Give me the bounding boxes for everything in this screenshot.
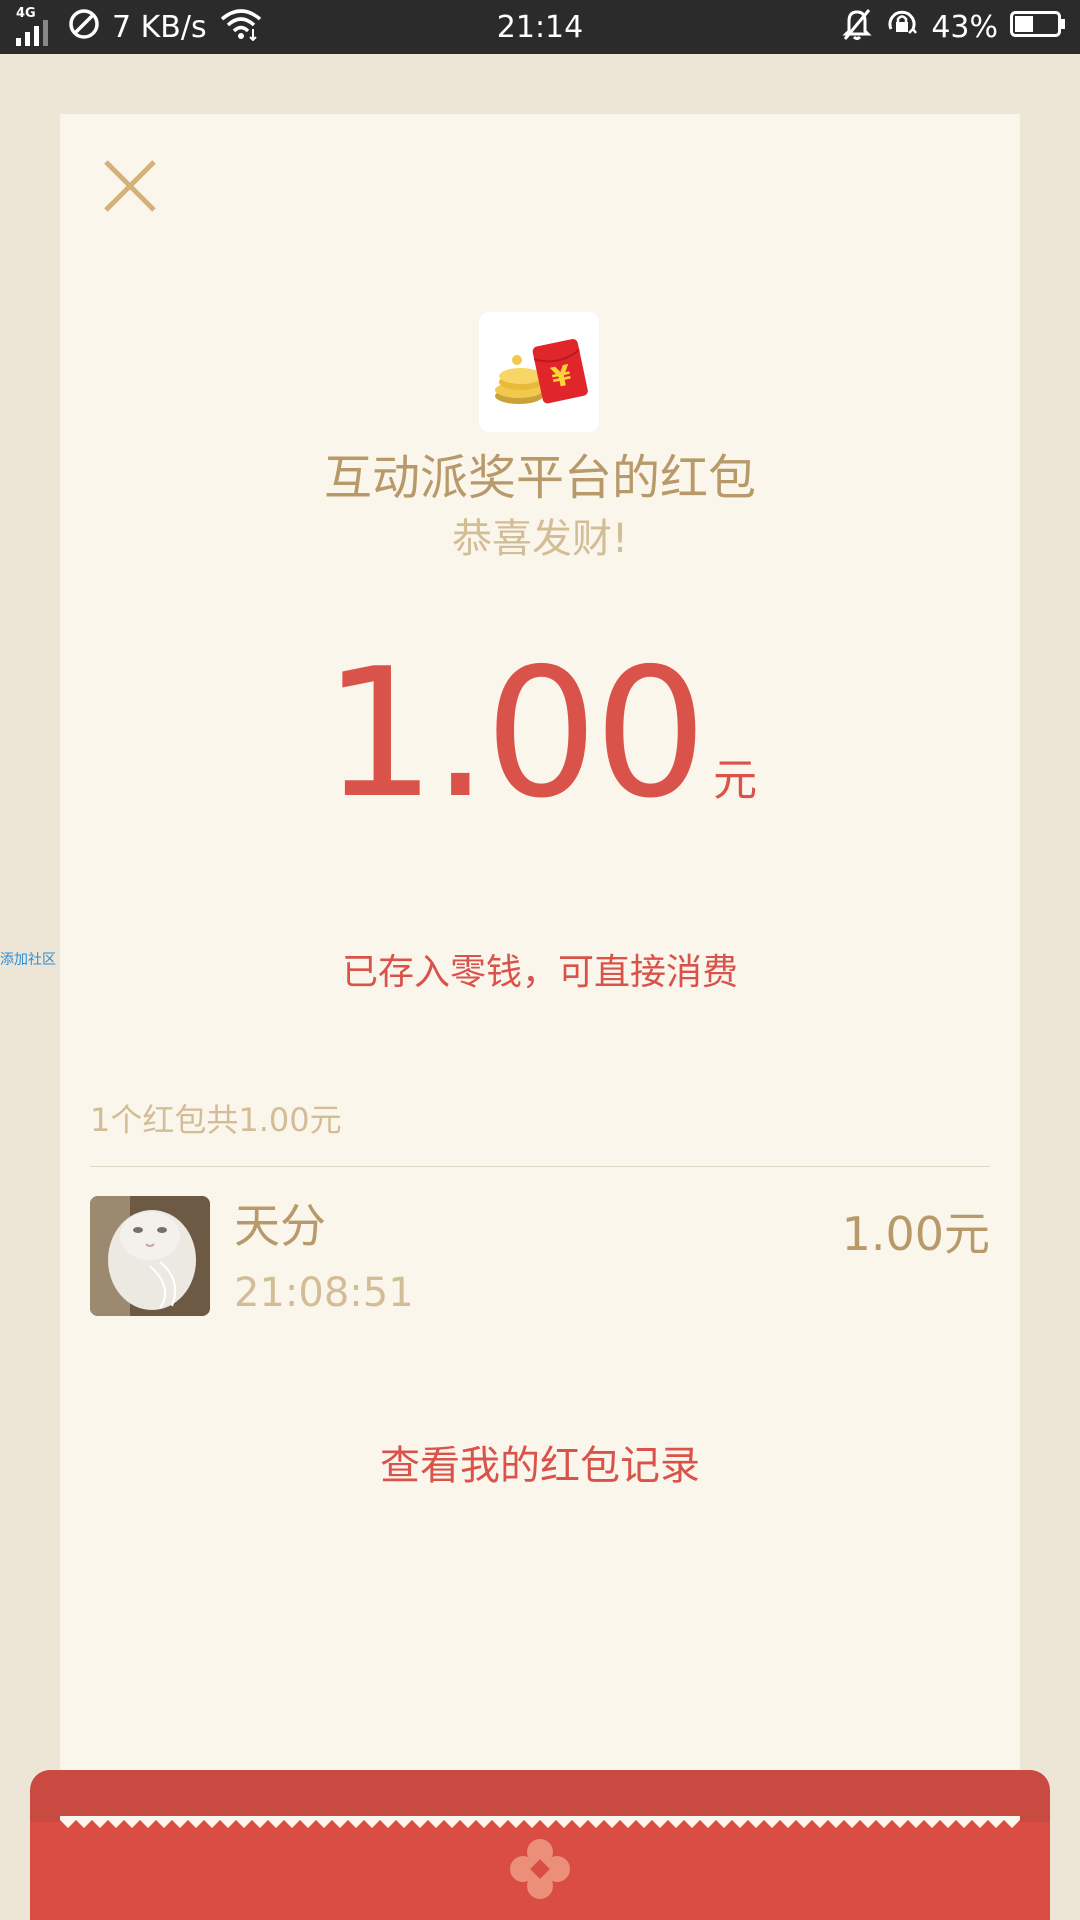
mute-icon: [841, 7, 873, 49]
red-envelope-detail-card: ¥ 互动派奖平台的红包 恭喜发财! 1.00 元 已存入零钱，可直接消费 1个红包…: [60, 114, 1020, 1834]
receive-amount: 1.00元: [841, 1207, 990, 1261]
view-envelope-history-link[interactable]: 查看我的红包记录: [60, 1438, 1020, 1494]
status-bar: 4G 7 KB/s 21:14 43%: [0, 0, 1080, 54]
amount-value: 1.00: [322, 630, 707, 837]
zigzag-edge: [60, 1816, 1020, 1828]
close-button[interactable]: [100, 156, 160, 216]
receive-time: 21:08:51: [234, 1270, 414, 1316]
greeting-text: 恭喜发财!: [451, 516, 629, 562]
amount-unit: 元: [713, 755, 758, 806]
divider: [90, 1166, 990, 1167]
status-right: 43%: [841, 8, 1066, 48]
flower-emblem-icon: [510, 1839, 570, 1899]
amount-note: 已存入零钱，可直接消费: [341, 952, 738, 993]
avatar[interactable]: [90, 1196, 210, 1316]
close-icon[interactable]: [100, 156, 160, 216]
rotation-lock-icon: [885, 7, 919, 49]
sender-title: 互动派奖平台的红包: [323, 450, 756, 506]
envelope-summary: 1个红包共1.00元: [90, 1101, 342, 1139]
battery-icon: [1010, 10, 1066, 46]
list-item[interactable]: 天分 21:08:51 1.00元: [90, 1196, 990, 1318]
red-envelope-icon: ¥: [479, 312, 599, 432]
battery-percent: 43%: [931, 10, 998, 45]
receiver-name: 天分: [234, 1199, 326, 1253]
amount-display: 1.00 元: [60, 634, 1020, 834]
side-community-link[interactable]: 添加社区: [0, 951, 56, 969]
